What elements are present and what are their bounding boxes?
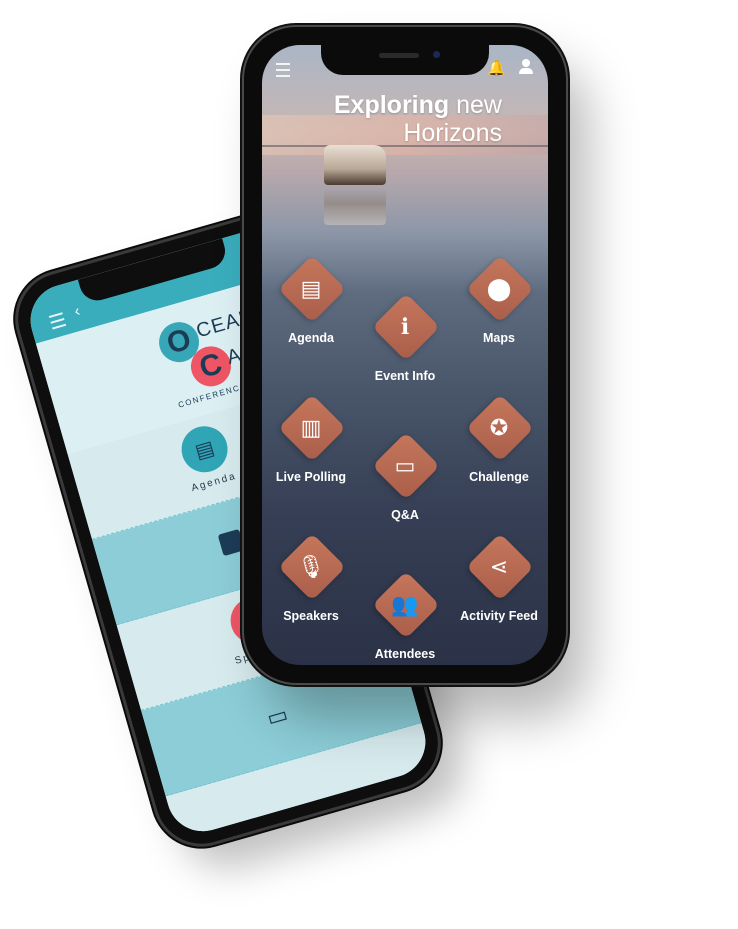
tile-challenge[interactable]: ✪ Challenge xyxy=(454,394,544,500)
people-icon: 👥 xyxy=(391,592,419,617)
user-icon[interactable] xyxy=(518,59,534,75)
chat-bubbles-icon: ▭ xyxy=(394,453,416,478)
tile-label: Activity Feed xyxy=(460,609,538,623)
hero-title-bold: Exploring xyxy=(333,91,450,119)
tile-live-polling[interactable]: ▥ Live Polling xyxy=(266,394,356,500)
hamburger-icon[interactable] xyxy=(48,312,67,330)
tile-label: Challenge xyxy=(469,470,529,484)
tile-attendees[interactable]: 👥 Attendees xyxy=(360,571,450,665)
front-phone-notch xyxy=(321,45,489,75)
bar-chart-icon xyxy=(217,528,245,557)
front-phone: 🔔 Exploring new Horizons ▤ Agenda ℹ Even… xyxy=(244,27,566,683)
hero-title-line2: Horizons xyxy=(403,119,502,147)
calendar-icon: ▤ xyxy=(176,420,234,478)
bar-chart-icon: ▥ xyxy=(300,415,322,440)
tile-label: Live Polling xyxy=(275,470,347,484)
share-icon: ⋖ xyxy=(489,554,509,579)
speaker-grille xyxy=(379,53,419,58)
tile-activity-feed[interactable]: ⋖ Activity Feed xyxy=(454,533,544,639)
tile-agenda[interactable]: ▤ Agenda xyxy=(266,255,356,361)
tile-label: Maps xyxy=(483,331,515,345)
info-icon: ℹ xyxy=(400,314,410,339)
front-phone-screen: 🔔 Exploring new Horizons ▤ Agenda ℹ Even… xyxy=(262,45,548,665)
hero-photo-car xyxy=(324,145,386,185)
microphone-icon: 🎙 xyxy=(297,554,325,579)
hero-title-rest: new xyxy=(456,91,502,119)
tile-label: Attendees xyxy=(374,647,436,661)
calendar-icon: ▤ xyxy=(300,276,322,301)
hamburger-icon[interactable] xyxy=(276,63,290,77)
tile-speakers[interactable]: 🎙 Speakers xyxy=(266,533,356,639)
front-camera xyxy=(433,51,440,58)
bell-icon[interactable]: 🔔 xyxy=(487,59,506,77)
hero-photo-reflection xyxy=(324,189,386,225)
tile-maps[interactable]: ⬤ Maps xyxy=(454,255,544,361)
hero-title: Exploring new Horizons xyxy=(334,91,502,147)
map-pin-icon: ⬤ xyxy=(486,276,512,301)
user-icon-head xyxy=(522,59,530,67)
tile-label: Agenda xyxy=(288,331,334,345)
chevron-left-icon[interactable]: ‹ xyxy=(72,303,82,322)
tile-qa[interactable]: ▭ Q&A xyxy=(360,432,450,538)
tile-label: Speakers xyxy=(283,609,339,623)
star-badge-icon: ✪ xyxy=(489,415,509,440)
chat-bubbles-icon: ▭ xyxy=(263,701,291,731)
user-icon-body xyxy=(519,68,533,74)
tile-event-info[interactable]: ℹ Event Info xyxy=(360,293,450,399)
tile-label: Event Info xyxy=(374,369,436,383)
tile-label: Q&A xyxy=(391,508,419,522)
